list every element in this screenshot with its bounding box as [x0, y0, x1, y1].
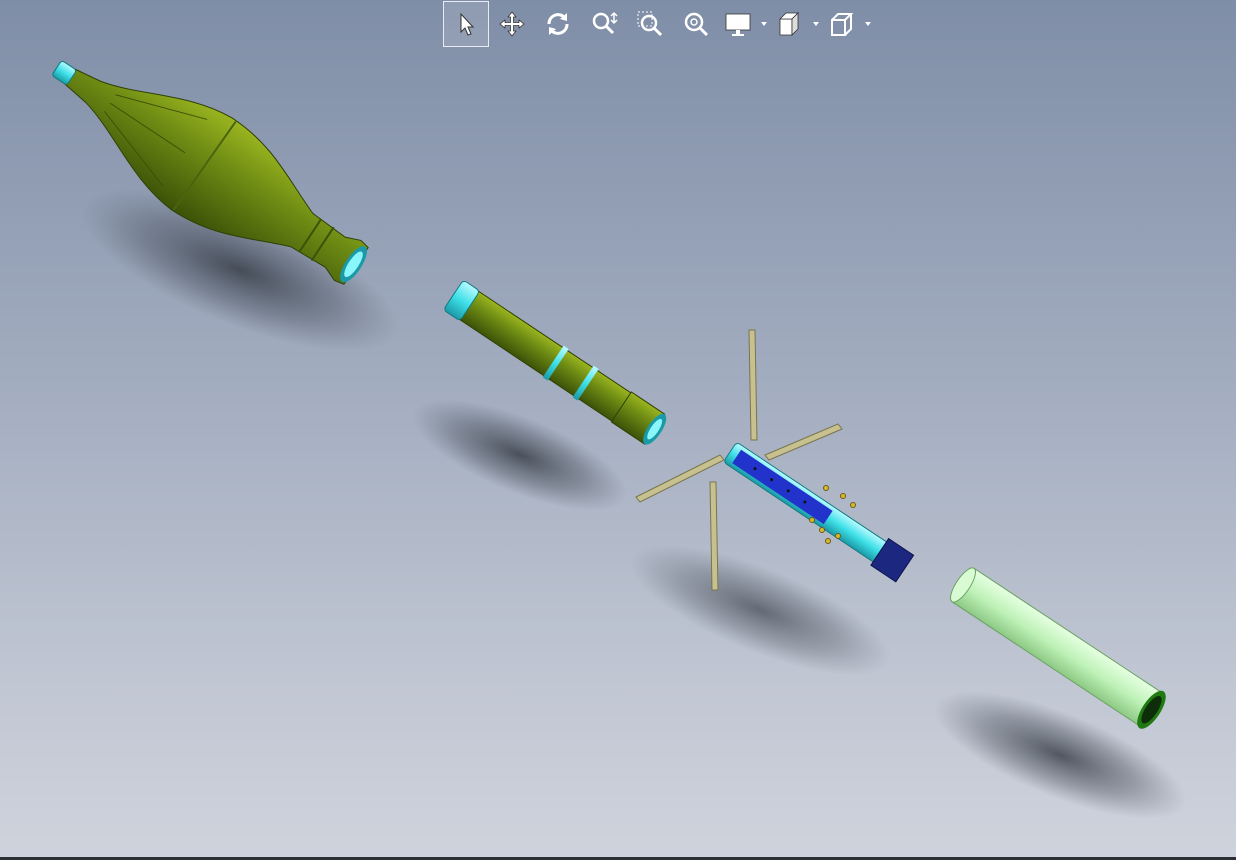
pan-tool-button[interactable] [489, 1, 535, 47]
zoom-in-out-tool-button[interactable] [581, 1, 627, 47]
zoom-to-area-tool-button[interactable] [627, 1, 673, 47]
chevron-down-icon [865, 22, 871, 26]
cube-outline-icon [831, 13, 854, 36]
display-style-dropdown-arrow[interactable] [757, 1, 771, 47]
rotate-tool-button[interactable] [535, 1, 581, 47]
view-orientation-button[interactable] [823, 1, 861, 47]
rotate-icon [547, 13, 569, 35]
chevron-down-icon [813, 22, 819, 26]
zoom-fit-icon [684, 12, 709, 37]
3d-viewport[interactable] [0, 0, 1236, 860]
chevron-down-icon [761, 22, 767, 26]
select-tool-button[interactable] [443, 1, 489, 47]
zoom-area-icon [637, 11, 663, 37]
monitor-icon [725, 13, 751, 36]
zoom-in-out-icon [592, 11, 618, 35]
view-settings-button[interactable] [771, 1, 809, 47]
move-arrows-icon [499, 11, 525, 37]
display-style-button[interactable] [719, 1, 757, 47]
cursor-arrow-icon [460, 12, 475, 36]
view-orientation-dropdown-arrow[interactable] [861, 1, 875, 47]
view-cube-icon [779, 12, 799, 36]
floor-shadows [81, 188, 1187, 819]
zoom-to-fit-tool-button[interactable] [673, 1, 719, 47]
view-settings-dropdown-arrow[interactable] [809, 1, 823, 47]
view-toolbar [443, 0, 875, 48]
